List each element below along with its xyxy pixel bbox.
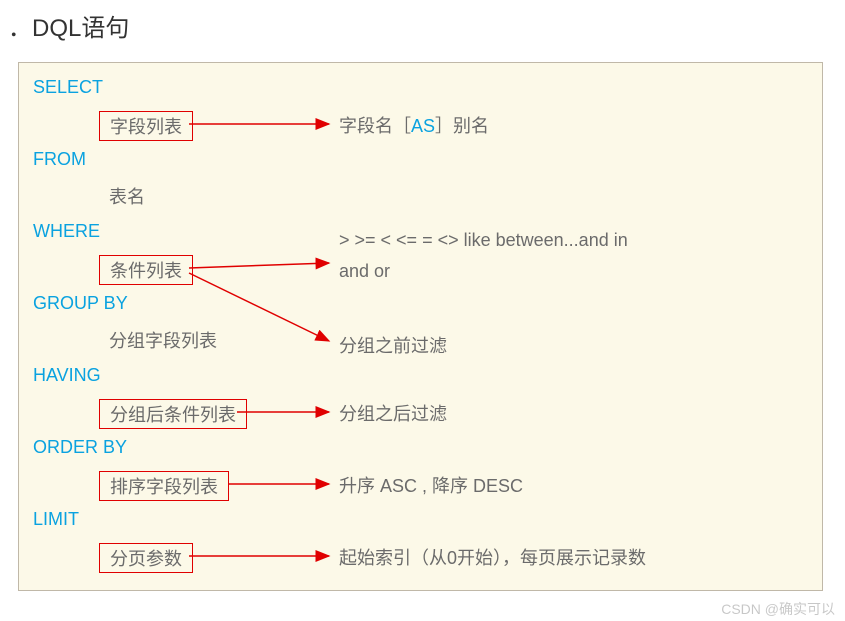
desc-where-extra: 分组之前过滤	[339, 331, 447, 362]
kw-from: FROM	[33, 149, 86, 170]
page-title: ．DQL语句	[8, 8, 129, 43]
box-having-cond: 分组后条件列表	[99, 399, 247, 429]
box-where-cond: 条件列表	[99, 255, 193, 285]
box-orderby-fields: 排序字段列表	[99, 471, 229, 501]
dql-panel: SELECT 字段列表 字段名［AS］别名 FROM 表名 WHERE 条件列表…	[18, 62, 823, 591]
txt-groupby-fields: 分组字段列表	[109, 327, 217, 353]
kw-as: AS	[411, 116, 435, 136]
box-select-fields: 字段列表	[99, 111, 193, 141]
kw-limit: LIMIT	[33, 509, 79, 530]
kw-groupby: GROUP BY	[33, 293, 128, 314]
box-limit-params: 分页参数	[99, 543, 193, 573]
txt-from-table: 表名	[109, 183, 145, 209]
desc-orderby: 升序 ASC , 降序 DESC	[339, 471, 523, 502]
kw-where: WHERE	[33, 221, 100, 242]
desc-where-line1: > >= < <= = <> like between...and in	[339, 225, 628, 256]
desc-select: 字段名［AS］别名	[339, 111, 489, 142]
kw-orderby: ORDER BY	[33, 437, 127, 458]
kw-having: HAVING	[33, 365, 101, 386]
desc-where-line2: and or	[339, 256, 628, 287]
desc-limit: 起始索引（从0开始），每页展示记录数	[339, 543, 646, 574]
desc-where: > >= < <= = <> like between...and in and…	[339, 225, 628, 286]
kw-select: SELECT	[33, 77, 103, 98]
txt: ］别名	[435, 116, 489, 136]
desc-having: 分组之后过滤	[339, 399, 447, 430]
txt: 字段名［	[339, 116, 411, 136]
watermark: CSDN @确实可以	[721, 599, 835, 619]
